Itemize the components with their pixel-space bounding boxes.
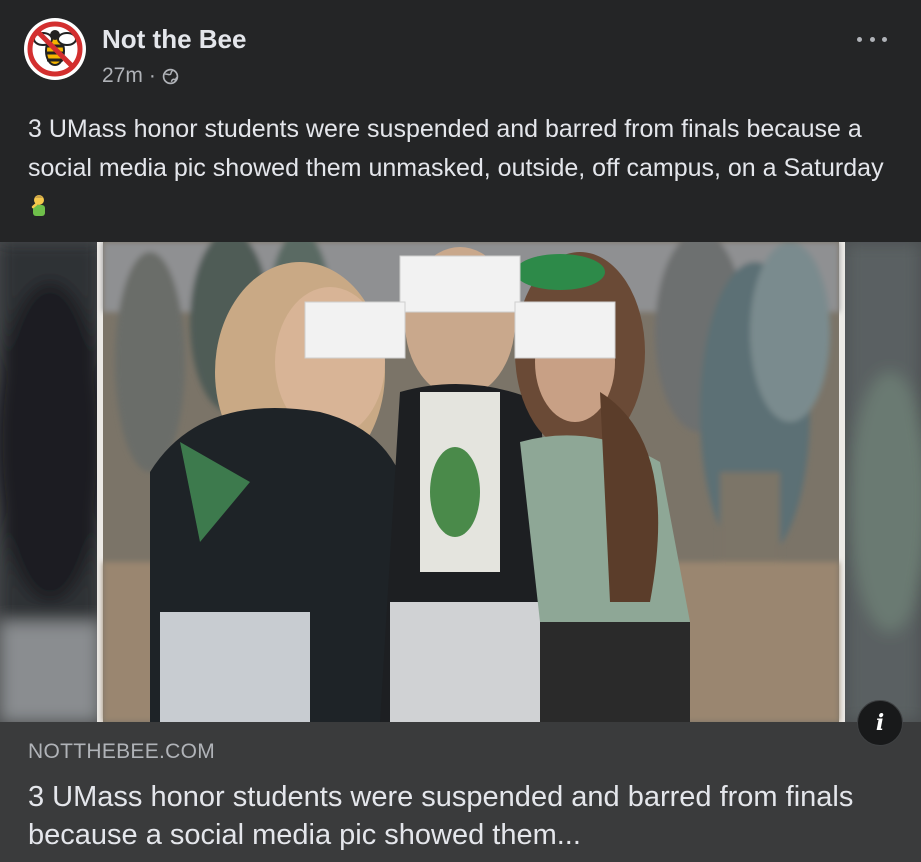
post-photo[interactable] [0, 242, 921, 722]
post-meta: 27m · [102, 64, 179, 88]
page-avatar[interactable] [24, 18, 86, 80]
link-preview[interactable]: NOTTHEBEE.COM 3 UMass honor students wer… [0, 722, 921, 862]
post-text: 3 UMass honor students were suspended an… [28, 110, 888, 227]
meta-separator: · [148, 64, 156, 87]
globe-icon [162, 68, 179, 84]
post-text-content: 3 UMass honor students were suspended an… [28, 115, 884, 182]
post-time[interactable]: 27m [102, 64, 143, 88]
person-facepalming-emoji [31, 195, 45, 216]
info-icon[interactable]: i [857, 700, 903, 746]
blurred-group-photo [0, 242, 921, 722]
link-title[interactable]: 3 UMass honor students were suspended an… [28, 778, 888, 854]
more-options-icon[interactable] [857, 34, 887, 44]
page-name[interactable]: Not the Bee [102, 24, 246, 55]
link-domain: NOTTHEBEE.COM [28, 740, 216, 763]
not-the-bee-logo [26, 20, 84, 78]
post-header: Not the Bee 27m · [0, 0, 921, 100]
